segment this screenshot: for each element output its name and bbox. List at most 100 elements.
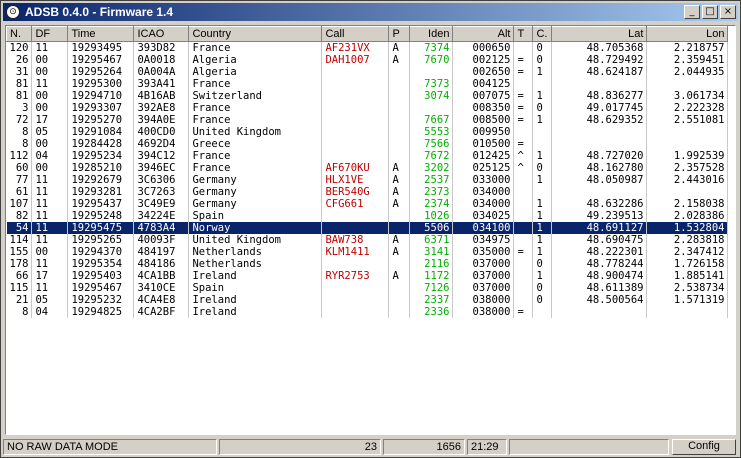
column-header-time[interactable]: Time <box>67 26 135 42</box>
cell-iden: 1026 <box>409 210 454 222</box>
cell-p: A <box>388 41 411 54</box>
table-row[interactable]: 72 17 19295270 394A0E France 7667 008500 = 1 48.6… <box>6 114 729 126</box>
cell-c: 1 <box>532 222 553 234</box>
table-row[interactable]: 3 00 19293307 392AE8 France 008350 = 0 49.017745… <box>6 102 729 114</box>
cell-alt: 033000 <box>452 174 515 186</box>
table-row[interactable]: 8 04 19294825 4CA2BF Ireland 2336 038000 = <box>6 306 729 318</box>
cell-num: 107 <box>6 198 33 210</box>
table-row[interactable]: 60 00 19285210 3946EC France AF670KU A 3202 0251… <box>6 162 729 174</box>
table-row[interactable]: 8 00 19284428 4692D4 Greece 7566 010500 = <box>6 138 729 150</box>
cell-num: 178 <box>6 258 33 270</box>
cell-df: 11 <box>31 210 69 222</box>
cell-lon: 2.551081 <box>646 114 729 126</box>
table-row[interactable]: 107 11 19295437 3C49E9 Germany CFG661 A 2374 034… <box>6 198 729 210</box>
table-row[interactable]: 115 11 19295467 3410CE Spain 7126 037000 0 48.61… <box>6 282 729 294</box>
column-header-lon[interactable]: Lon <box>646 26 729 42</box>
column-header-call[interactable]: Call <box>321 26 390 42</box>
cell-lon: 2.044935 <box>646 66 729 78</box>
cell-iden: 2374 <box>409 198 454 210</box>
table-row[interactable]: 26 00 19295467 0A0018 Algeria DAH1007 A 7670 002… <box>6 54 729 66</box>
cell-t: = <box>513 246 534 258</box>
cell-time: 19293495 <box>67 41 135 54</box>
cell-iden: 7670 <box>409 54 454 66</box>
cell-p: A <box>388 246 411 258</box>
cell-iden: 7566 <box>409 138 454 150</box>
app-icon[interactable]: ⊙ <box>6 5 20 19</box>
table-row[interactable]: 8 05 19291084 400CD0 United Kingdom 5553 00995… <box>6 126 729 138</box>
config-button[interactable]: Config <box>672 439 736 455</box>
cell-time: 19285210 <box>67 162 135 174</box>
column-header-df[interactable]: DF <box>31 26 69 42</box>
cell-call: KLM1411 <box>321 246 390 258</box>
table-row[interactable]: 114 11 19295265 40093F United Kingdom BAW738 A… <box>6 234 729 246</box>
cell-alt: 009950 <box>452 126 515 138</box>
table-row[interactable]: 120 11 19293495 393D82 France AF231VX A 7374 000… <box>6 41 729 54</box>
cell-alt: 038000 <box>452 306 515 318</box>
cell-lat <box>551 186 648 198</box>
cell-country: Norway <box>188 222 323 234</box>
cell-lat <box>551 138 648 150</box>
cell-icao: 400CD0 <box>133 126 190 138</box>
cell-c: 1 <box>532 234 553 246</box>
cell-call: AF231VX <box>321 41 390 54</box>
cell-time: 19294825 <box>67 306 135 318</box>
cell-num: 77 <box>6 174 33 186</box>
column-header-country[interactable]: Country <box>188 26 323 42</box>
column-header-p[interactable]: P <box>388 26 411 42</box>
cell-c: 1 <box>532 198 553 210</box>
cell-country: Algeria <box>188 66 323 78</box>
cell-df: 00 <box>31 162 69 174</box>
column-header-lat[interactable]: Lat <box>551 26 648 42</box>
cell-alt: 037000 <box>452 270 515 282</box>
cell-icao: 392AE8 <box>133 102 190 114</box>
maximize-button[interactable]: □ <box>702 5 718 19</box>
cell-c: 0 <box>532 258 553 270</box>
cell-p <box>388 138 411 150</box>
table-row[interactable]: 112 04 19295234 394C12 France 7672 012425 ^ 1 48.… <box>6 150 729 162</box>
table-row[interactable]: 155 00 19294370 484197 Netherlands KLM1411 A 31… <box>6 246 729 258</box>
cell-country: United Kingdom <box>188 234 323 246</box>
cell-p <box>388 222 411 234</box>
close-button[interactable]: × <box>720 5 736 19</box>
column-header-alt[interactable]: Alt <box>452 26 515 42</box>
column-header-c[interactable]: C. <box>532 26 553 42</box>
cell-icao: 34224E <box>133 210 190 222</box>
table-row[interactable]: 54 11 19295475 4783A4 Norway 5506 034100 1 48.69… <box>6 222 729 234</box>
column-header-t[interactable]: T <box>513 26 534 42</box>
column-header-iden[interactable]: Iden <box>409 26 454 42</box>
table-row[interactable]: 82 11 19295248 34224E Spain 1026 034025 1 49.239… <box>6 210 729 222</box>
table-row[interactable]: 77 11 19292679 3C6306 Germany HLX1VE A 2537 0330… <box>6 174 729 186</box>
cell-t <box>513 234 534 246</box>
cell-time: 19295467 <box>67 282 135 294</box>
cell-country: France <box>188 102 323 114</box>
aircraft-grid[interactable]: N. DF Time ICAO Country Call P Iden Alt T C. Lat Lon… <box>5 25 736 435</box>
title-bar[interactable]: ⊙ ADSB 0.4.0 - Firmware 1.4 _ □ × <box>3 3 738 21</box>
cell-time: 19295437 <box>67 198 135 210</box>
cell-df: 11 <box>31 78 69 90</box>
table-row[interactable]: 21 05 19295232 4CA4E8 Ireland 2337 038000 0 48.5… <box>6 294 729 306</box>
cell-country: France <box>188 150 323 162</box>
table-row[interactable]: 81 00 19294710 4B16AB Switzerland 3074 007075 =… <box>6 90 729 102</box>
cell-country: Ireland <box>188 294 323 306</box>
cell-icao: 3C6306 <box>133 174 190 186</box>
column-header-icao[interactable]: ICAO <box>133 26 190 42</box>
cell-lon: 2.443016 <box>646 174 729 186</box>
cell-iden: 3141 <box>409 246 454 258</box>
cell-lon <box>646 78 729 90</box>
cell-country: Germany <box>188 186 323 198</box>
cell-num: 81 <box>6 90 33 102</box>
table-header: N. DF Time ICAO Country Call P Iden Alt T C. Lat Lon <box>6 26 729 42</box>
column-header-num[interactable]: N. <box>6 26 33 42</box>
table-row[interactable]: 66 17 19295403 4CA1BB Ireland RYR2753 A 1172 037… <box>6 270 729 282</box>
cell-df: 17 <box>31 114 69 126</box>
cell-lon: 1.992539 <box>646 150 729 162</box>
minimize-button[interactable]: _ <box>684 5 700 19</box>
table-row[interactable]: 61 11 19293281 3C7263 Germany BER540G A 2373 034… <box>6 186 729 198</box>
cell-time: 19295234 <box>67 150 135 162</box>
cell-icao: 4CA2BF <box>133 306 190 318</box>
cell-country: Switzerland <box>188 90 323 102</box>
table-row[interactable]: 178 11 19295354 484186 Netherlands 2116 037000… <box>6 258 729 270</box>
cell-lat: 48.727020 <box>551 150 648 162</box>
table-row[interactable]: 81 11 19295300 393A41 France 7373 004125 <box>6 78 729 90</box>
table-row[interactable]: 31 00 19295264 0A004A Algeria 002650 = 1 48.6241… <box>6 66 729 78</box>
